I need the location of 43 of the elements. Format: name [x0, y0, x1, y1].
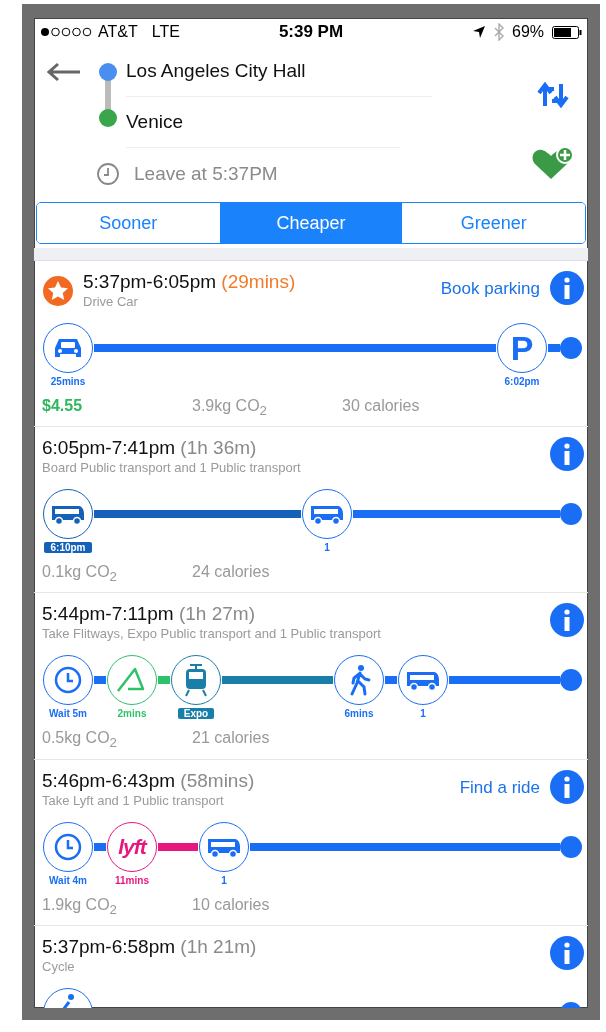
leg-label: 6:02pm	[504, 376, 540, 387]
trip-description: Cycle	[42, 958, 76, 974]
calorie-count: 30 calories	[342, 397, 420, 414]
leg-label: 1	[420, 708, 426, 720]
clock-time: 5:39 PM	[278, 22, 344, 41]
leg-label: Wait 4m	[49, 874, 87, 886]
calorie-count: 24 calories	[192, 563, 270, 581]
calorie-count: 10 calories	[192, 895, 270, 913]
trip-description: Take Lyft and 1 Public transport	[42, 792, 225, 808]
origin-field[interactable]: Los Angeles City Hall	[126, 60, 306, 82]
trip-description: Drive Car	[83, 294, 139, 309]
calorie-count: 21 calories	[192, 729, 270, 747]
action-link[interactable]: Book parking	[440, 279, 540, 299]
co2-emission: 0.5kg CO$_{2}$	[42, 729, 117, 747]
leg-label: 1	[221, 874, 227, 886]
battery-percent: 69%	[512, 23, 544, 41]
leg-label: 6mins	[344, 708, 374, 720]
network-type: LTE	[151, 23, 180, 41]
time-tag: Expo	[177, 708, 215, 720]
destination-field[interactable]: Venice	[126, 111, 184, 133]
trip-description: Take Flitways, Expo Public transport and 1 Public transport	[42, 626, 382, 642]
leg-label: 25mins	[50, 376, 86, 387]
leg-label: Wait 5m	[49, 708, 87, 720]
logo-text: lyft	[118, 834, 146, 859]
leg-label: 1	[324, 542, 330, 554]
trip-time: 5:44pm-7:11pm (1h 27m)	[42, 603, 256, 626]
time-tag: 6:10pm	[44, 542, 92, 554]
co2-emission: 0.1kg CO$_{2}$	[42, 563, 117, 581]
trip-description: Board Public transport and 1 Public transport	[42, 460, 302, 476]
trip-time: 5:46pm-6:43pm (58mins)	[42, 769, 256, 792]
leg-label: 11mins	[115, 874, 149, 886]
trip-cost: $4.55	[42, 397, 83, 414]
carrier-name: AT&T	[98, 23, 138, 41]
parking-sign: P	[510, 328, 534, 368]
trip-time: 5:37pm-6:58pm (1h 21m)	[42, 935, 258, 958]
co2-emission: 1.9kg CO$_{2}$	[42, 895, 117, 913]
filter-tab[interactable]: Cheaper	[219, 203, 403, 243]
trip-time: 6:05pm-7:41pm (1h 36m)	[42, 437, 258, 460]
action-link[interactable]: Find a ride	[459, 777, 540, 798]
trip-time: 5:37pm-6:05pm (29mins)	[83, 271, 297, 293]
leg-label: 2mins	[117, 708, 147, 720]
co2-emission: 3.9kg CO$_{2}$	[192, 397, 267, 414]
departure-time[interactable]: Leave at 5:37PM	[134, 163, 278, 185]
